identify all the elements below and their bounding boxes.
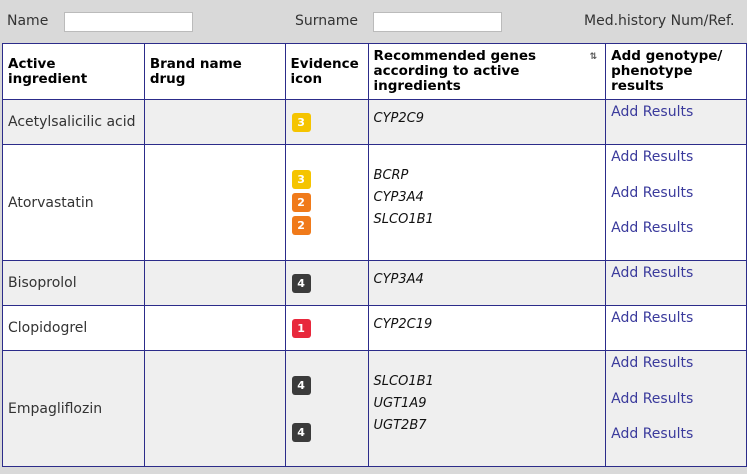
add-results-cell: Add Results Add Results Add Results bbox=[605, 144, 747, 261]
brand-name-cell bbox=[143, 99, 286, 145]
evidence-level-badge: 3 bbox=[291, 112, 311, 132]
header-genes[interactable]: Recommended genes according to active in… bbox=[367, 43, 607, 100]
evidence-cell: 44 bbox=[284, 350, 369, 467]
evidence-level-badge: 3 bbox=[291, 170, 311, 189]
evidence-cell: 3 bbox=[284, 99, 369, 145]
header-active-ingredient[interactable]: Active ingredient bbox=[2, 43, 145, 100]
ingredient-acetylsalicilic-acid: Acetylsalicilic acid bbox=[2, 99, 145, 145]
gene-cyp2c9: CYP2C9 bbox=[373, 111, 425, 126]
surname-label: Surname bbox=[295, 13, 358, 29]
table-header-row: Active ingredient Brand name drug Eviden… bbox=[2, 43, 747, 100]
header-genes-label: Recommended genes according to active in… bbox=[373, 48, 537, 94]
add-results-link[interactable]: Add Results bbox=[611, 220, 741, 256]
evidence-level-badge: 2 bbox=[291, 216, 311, 235]
evidence-level-badge: 2 bbox=[291, 193, 311, 212]
evidence-cell: 3 2 2 bbox=[284, 144, 369, 261]
table-row: Acetylsalicilic acid 3 CYP2C9 Add Results bbox=[2, 99, 747, 145]
brand-name-cell bbox=[143, 350, 286, 467]
gene-ugt2b7: UGT2B7 bbox=[373, 418, 427, 433]
table-row: Bisoprolol 4 CYP3A4 Add Results bbox=[2, 260, 747, 306]
brand-name-cell bbox=[143, 144, 286, 261]
gene-cyp3a4: CYP3A4 bbox=[373, 190, 424, 205]
surname-input[interactable] bbox=[373, 12, 502, 32]
ingredient-clopidogrel: Clopidogrel bbox=[2, 305, 145, 351]
name-label: Name bbox=[7, 13, 49, 29]
add-results-link[interactable]: Add Results bbox=[611, 149, 741, 185]
header-add-results[interactable]: Add genotype/ phenotype results bbox=[605, 43, 747, 100]
evidence-level-badge: 4 bbox=[291, 273, 311, 293]
genes-cell: CYP2C19 bbox=[367, 305, 607, 351]
add-results-link[interactable]: Add Results bbox=[611, 265, 741, 301]
gene-bcrp: BCRP bbox=[373, 168, 409, 183]
table-row: Atorvastatin 3 2 2 BCRP CYP3A4 SLCO1B1 Add Resu… bbox=[2, 144, 747, 261]
add-results-cell: Add Results bbox=[605, 99, 747, 145]
gene-cyp2c19: CYP2C19 bbox=[373, 317, 433, 332]
table-row: Empagliflozin 4 4 SLCO1B1 UGT1A9 UGT2B7 Add Re… bbox=[2, 350, 747, 467]
sort-icon[interactable]: ⇅ bbox=[590, 50, 598, 65]
add-results-link[interactable]: Add Results bbox=[611, 355, 741, 391]
medication-table: Active ingredient Brand name drug Eviden… bbox=[2, 43, 747, 467]
add-results-link[interactable]: Add Results bbox=[611, 185, 741, 221]
add-results-cell: Add Results Add Results Add Results bbox=[605, 350, 747, 467]
gene-ugt1a9: UGT1A9 bbox=[373, 396, 427, 411]
add-results-link[interactable]: Add Results bbox=[611, 426, 741, 462]
add-results-cell: Add Results bbox=[605, 305, 747, 351]
genes-cell: CYP3A4 bbox=[367, 260, 607, 306]
patient-form-bar: Name Surname Med.history Num/Ref. bbox=[0, 0, 747, 44]
evidence-level-badge: 1 bbox=[291, 318, 311, 338]
table-row: Clopidogrel 1 CYP2C19 Add Results bbox=[2, 305, 747, 351]
header-brand-name[interactable]: Brand name drug bbox=[143, 43, 286, 100]
ingredient-bisoprolol: Bisoprolol bbox=[2, 260, 145, 306]
add-results-link[interactable]: Add Results bbox=[611, 310, 741, 346]
evidence-cell: 1 bbox=[284, 305, 369, 351]
gene-slco1b1: SLCO1B1 bbox=[373, 212, 434, 227]
medhistory-label: Med.history Num/Ref. bbox=[584, 13, 735, 29]
add-results-cell: Add Results bbox=[605, 260, 747, 306]
genes-cell: BCRP CYP3A4 SLCO1B1 bbox=[367, 144, 607, 261]
genes-cell: SLCO1B1 UGT1A9 UGT2B7 bbox=[367, 350, 607, 467]
add-results-link[interactable]: Add Results bbox=[611, 104, 741, 140]
genes-cell: CYP2C9 bbox=[367, 99, 607, 145]
evidence-level-badge: 4 bbox=[291, 375, 311, 395]
evidence-cell: 4 bbox=[284, 260, 369, 306]
evidence-level-badge: 4 bbox=[291, 422, 311, 442]
add-results-link[interactable]: Add Results bbox=[611, 391, 741, 427]
ingredient-empagliflozin: Empagliflozin bbox=[2, 350, 145, 467]
ingredient-atorvastatin: Atorvastatin bbox=[2, 144, 145, 261]
brand-name-cell bbox=[143, 305, 286, 351]
header-evidence[interactable]: Evidence icon bbox=[284, 43, 369, 100]
name-input[interactable] bbox=[64, 12, 193, 32]
gene-cyp3a4: CYP3A4 bbox=[373, 272, 424, 287]
gene-slco1b1: SLCO1B1 bbox=[373, 374, 434, 389]
brand-name-cell bbox=[143, 260, 286, 306]
